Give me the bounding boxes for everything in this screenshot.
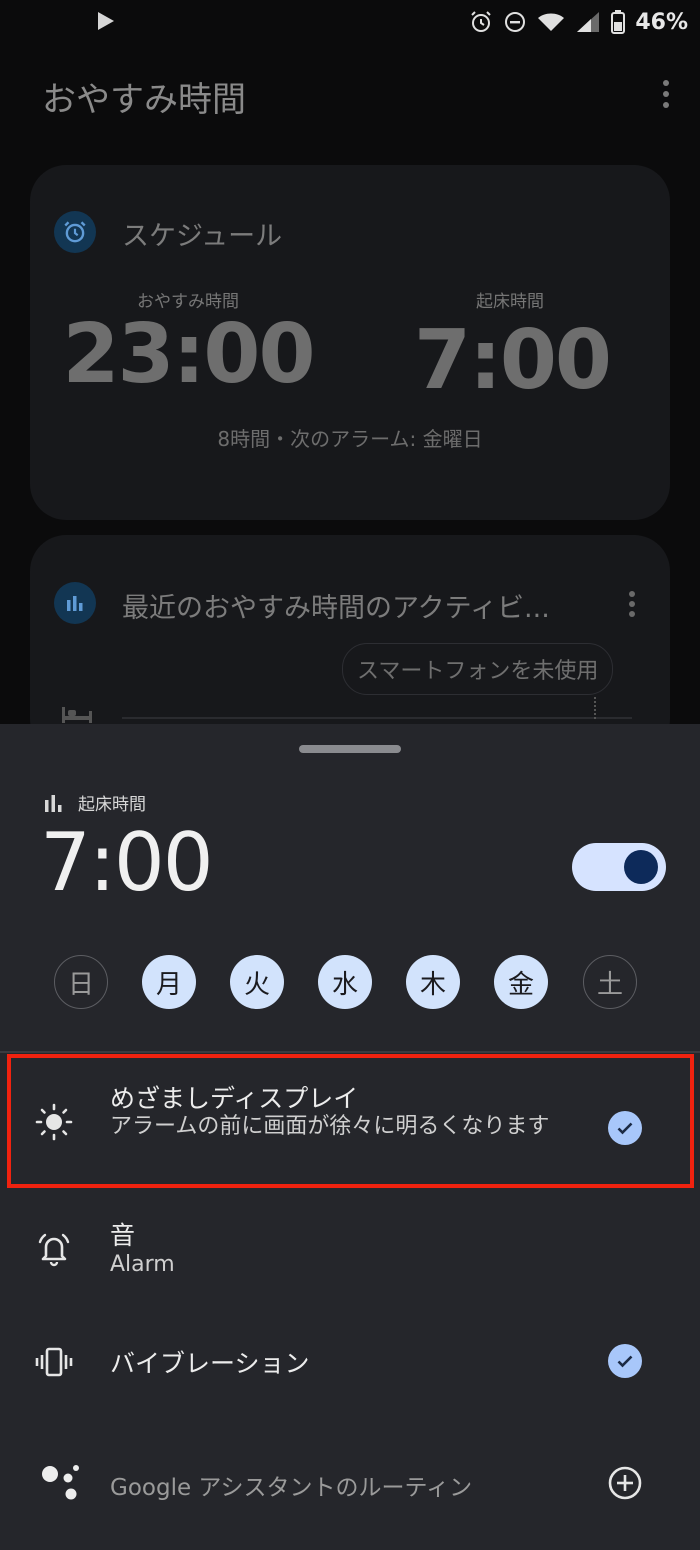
bar-chart-icon bbox=[45, 794, 62, 812]
alarm-toggle[interactable] bbox=[572, 843, 666, 891]
day-saturday[interactable]: 土 bbox=[583, 955, 637, 1009]
activity-chart-axis bbox=[122, 717, 632, 719]
activity-more-icon[interactable] bbox=[628, 591, 636, 621]
google-assistant-icon bbox=[42, 1465, 79, 1500]
bedtime-value: 23:00 bbox=[62, 307, 315, 402]
page-title: おやすみ時間 bbox=[42, 80, 246, 120]
add-circle-icon[interactable] bbox=[607, 1465, 643, 1501]
assistant-routine-option[interactable]: Google アシスタントのルーティン bbox=[0, 1446, 700, 1526]
day-selector: 日 月 火 水 木 金 土 bbox=[54, 955, 644, 1011]
day-monday[interactable]: 月 bbox=[142, 955, 196, 1009]
wake-time-display[interactable]: 7:00 bbox=[40, 816, 214, 909]
wake-time-label: 起床時間 bbox=[78, 795, 146, 815]
day-friday[interactable]: 金 bbox=[494, 955, 548, 1009]
schedule-summary: 8時間・次のアラーム: 金曜日 bbox=[217, 427, 483, 451]
alarm-clock-icon bbox=[54, 211, 96, 253]
battery-icon bbox=[611, 10, 626, 34]
sound-option[interactable]: 音 Alarm bbox=[0, 1204, 700, 1294]
alarm-bottom-sheet: 起床時間 7:00 日 月 火 水 木 金 土 めざましディスプレイ アラームの… bbox=[0, 724, 700, 1550]
drag-handle[interactable] bbox=[299, 745, 401, 753]
vibration-icon bbox=[35, 1347, 73, 1377]
schedule-card[interactable]: スケジュール おやすみ時間 23:00 起床時間 7:00 8時間・次のアラーム… bbox=[30, 165, 670, 520]
day-tuesday[interactable]: 火 bbox=[230, 955, 284, 1009]
assistant-routine-title: Google アシスタントのルーティン bbox=[110, 1475, 473, 1501]
divider bbox=[0, 1051, 700, 1053]
vibration-title: バイブレーション bbox=[110, 1349, 310, 1378]
battery-percent: 46% bbox=[635, 9, 688, 35]
vibration-option[interactable]: バイブレーション bbox=[0, 1324, 700, 1404]
signal-icon bbox=[577, 12, 600, 32]
activity-chart-marker bbox=[594, 697, 596, 719]
play-store-icon bbox=[98, 12, 114, 30]
schedule-card-title: スケジュール bbox=[122, 221, 283, 252]
wifi-icon bbox=[538, 13, 565, 31]
day-thursday[interactable]: 木 bbox=[406, 955, 460, 1009]
status-icons: 46% bbox=[469, 8, 688, 36]
wake-time-label: 起床時間 bbox=[476, 292, 544, 312]
wake-label-row: 起床時間 bbox=[44, 790, 146, 815]
background-screen: 46% おやすみ時間 スケジュール おやすみ時間 23:00 起床時間 7:00… bbox=[0, 0, 700, 755]
highlight-annotation bbox=[7, 1054, 694, 1188]
bar-chart-icon bbox=[54, 582, 96, 624]
day-wednesday[interactable]: 水 bbox=[318, 955, 372, 1009]
status-bar: 46% bbox=[0, 0, 700, 44]
alarm-status-icon bbox=[471, 11, 492, 32]
sound-value: Alarm bbox=[110, 1252, 175, 1277]
activity-card-title: 最近のおやすみ時間のアクティビ... bbox=[122, 593, 550, 624]
day-sunday[interactable]: 日 bbox=[54, 955, 108, 1009]
more-options-icon[interactable] bbox=[662, 80, 670, 110]
wake-time-value: 7:00 bbox=[414, 313, 612, 408]
vibration-check-icon[interactable] bbox=[608, 1344, 642, 1378]
alarm-bell-icon bbox=[38, 1233, 70, 1267]
bed-icon bbox=[62, 707, 92, 723]
do-not-disturb-icon bbox=[505, 12, 526, 32]
activity-card[interactable]: 最近のおやすみ時間のアクティビ... スマートフォンを未使用 bbox=[30, 535, 670, 755]
phone-unused-chip[interactable]: スマートフォンを未使用 bbox=[342, 643, 614, 695]
sound-title: 音 bbox=[110, 1221, 136, 1250]
